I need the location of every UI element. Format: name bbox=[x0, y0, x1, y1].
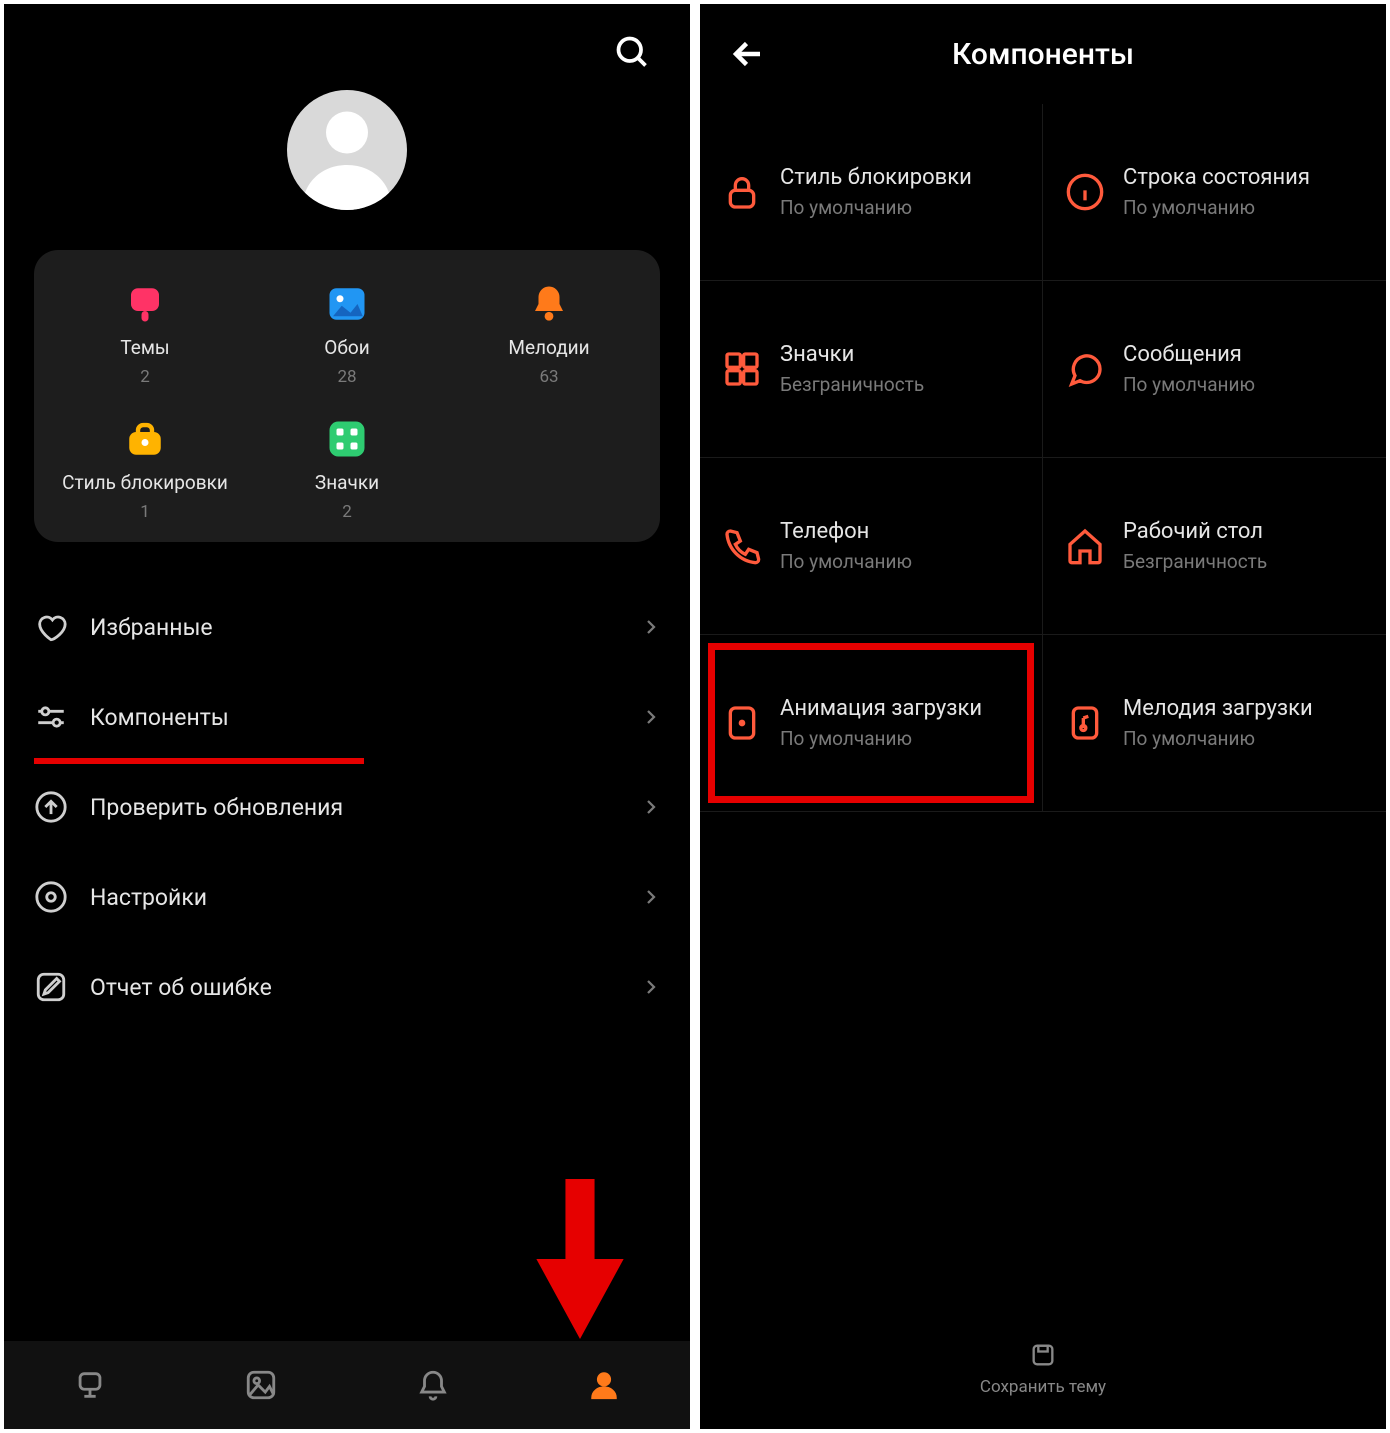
info-icon bbox=[1065, 172, 1105, 212]
menu-label: Настройки bbox=[90, 884, 620, 911]
target-icon bbox=[34, 880, 68, 914]
grid-count: 63 bbox=[539, 367, 558, 387]
menu-check-updates[interactable]: Проверить обновления bbox=[34, 762, 660, 852]
menu-components[interactable]: Компоненты bbox=[34, 672, 660, 762]
nav-wallpaper[interactable] bbox=[176, 1341, 348, 1429]
chevron-right-icon bbox=[642, 708, 660, 726]
grid-count: 2 bbox=[342, 502, 352, 522]
grid-lockstyle[interactable]: Стиль блокировки 1 bbox=[44, 415, 246, 522]
grid-icon bbox=[722, 349, 762, 389]
comp-title: Значки bbox=[780, 342, 924, 367]
comp-phone[interactable]: Телефон По умолчанию bbox=[700, 458, 1043, 635]
nav-themes[interactable] bbox=[4, 1341, 176, 1429]
heart-icon bbox=[34, 610, 68, 644]
menu-label: Избранные bbox=[90, 614, 620, 641]
menu-favorites[interactable]: Избранные bbox=[34, 582, 660, 672]
bottom-nav bbox=[4, 1341, 690, 1429]
chevron-right-icon bbox=[642, 978, 660, 996]
comp-title: Стиль блокировки bbox=[780, 165, 972, 190]
comp-sub: По умолчанию bbox=[780, 196, 972, 219]
comp-title: Сообщения bbox=[1123, 342, 1255, 367]
sliders-icon bbox=[34, 700, 68, 734]
avatar[interactable] bbox=[287, 90, 407, 210]
comp-boot-animation[interactable]: Анимация загрузки По умолчанию bbox=[700, 635, 1043, 812]
menu-label: Отчет об ошибке bbox=[90, 974, 620, 1001]
comp-status-bar[interactable]: Строка состояния По умолчанию bbox=[1043, 104, 1386, 281]
home-icon bbox=[1065, 526, 1105, 566]
nav-ringtone[interactable] bbox=[347, 1341, 519, 1429]
comp-sub: По умолчанию bbox=[1123, 727, 1313, 750]
comp-icons[interactable]: Значки Безграничность bbox=[700, 281, 1043, 458]
menu-settings[interactable]: Настройки bbox=[34, 852, 660, 942]
page-title: Компоненты bbox=[766, 37, 1320, 72]
themes-nav-icon bbox=[73, 1368, 107, 1402]
grid-label: Стиль блокировки bbox=[62, 471, 228, 494]
save-theme-button[interactable]: Сохранить тему bbox=[700, 1309, 1386, 1429]
grid-icons[interactable]: Значки 2 bbox=[246, 415, 448, 522]
arrow-up-circle-icon bbox=[34, 790, 68, 824]
themes-icon bbox=[121, 280, 169, 328]
chevron-right-icon bbox=[642, 618, 660, 636]
content-grid: Темы 2 Обои 28 Мелодии 63 bbox=[34, 250, 660, 542]
annotation-arrow bbox=[535, 1179, 625, 1339]
comp-title: Телефон bbox=[780, 519, 912, 544]
comp-sub: По умолчанию bbox=[780, 550, 912, 573]
edit-icon bbox=[34, 970, 68, 1004]
grid-label: Темы bbox=[120, 336, 169, 359]
grid-wallpaper[interactable]: Обои 28 bbox=[246, 280, 448, 387]
comp-sub: Безграничность bbox=[780, 373, 924, 396]
chevron-right-icon bbox=[642, 798, 660, 816]
bell-nav-icon bbox=[416, 1368, 450, 1402]
right-screenshot: Компоненты Стиль блокировки По умолчанию… bbox=[700, 4, 1386, 1429]
comp-boot-sound[interactable]: Мелодия загрузки По умолчанию bbox=[1043, 635, 1386, 812]
comp-title: Мелодия загрузки bbox=[1123, 696, 1313, 721]
search-icon[interactable] bbox=[614, 34, 650, 70]
comp-sub: По умолчанию bbox=[1123, 373, 1255, 396]
comp-desktop[interactable]: Рабочий стол Безграничность bbox=[1043, 458, 1386, 635]
left-topbar bbox=[4, 4, 690, 80]
chat-icon bbox=[1065, 349, 1105, 389]
comp-sub: Безграничность bbox=[1123, 550, 1267, 573]
comp-title: Рабочий стол bbox=[1123, 519, 1267, 544]
boot-sound-icon bbox=[1065, 703, 1105, 743]
comp-title: Строка состояния bbox=[1123, 165, 1310, 190]
right-header: Компоненты bbox=[700, 4, 1386, 104]
grid-count: 2 bbox=[140, 367, 150, 387]
menu-bug-report[interactable]: Отчет об ошибке bbox=[34, 942, 660, 1032]
comp-sub: По умолчанию bbox=[1123, 196, 1310, 219]
grid-count: 1 bbox=[140, 502, 150, 522]
grid-label: Значки bbox=[315, 471, 379, 494]
save-label: Сохранить тему bbox=[980, 1377, 1106, 1397]
grid-label: Мелодии bbox=[508, 336, 589, 359]
phone-icon bbox=[722, 526, 762, 566]
ringtone-icon bbox=[525, 280, 573, 328]
grid-ringtone[interactable]: Мелодии 63 bbox=[448, 280, 650, 387]
boot-anim-icon bbox=[722, 703, 762, 743]
back-icon[interactable] bbox=[730, 36, 766, 72]
menu-label: Компоненты bbox=[90, 704, 620, 731]
wallpaper-nav-icon bbox=[244, 1368, 278, 1402]
grid-count: 28 bbox=[337, 367, 356, 387]
grid-themes[interactable]: Темы 2 bbox=[44, 280, 246, 387]
wallpaper-icon bbox=[323, 280, 371, 328]
comp-lock-style[interactable]: Стиль блокировки По умолчанию bbox=[700, 104, 1043, 281]
lock-icon bbox=[722, 172, 762, 212]
comp-messages[interactable]: Сообщения По умолчанию bbox=[1043, 281, 1386, 458]
nav-profile[interactable] bbox=[519, 1341, 691, 1429]
comp-sub: По умолчанию bbox=[780, 727, 982, 750]
menu-list: Избранные Компоненты Проверить обновлени… bbox=[34, 582, 660, 1032]
comp-title: Анимация загрузки bbox=[780, 696, 982, 721]
grid-label: Обои bbox=[324, 336, 369, 359]
left-screenshot: Темы 2 Обои 28 Мелодии 63 bbox=[4, 4, 690, 1429]
lockstyle-icon bbox=[121, 415, 169, 463]
icons-icon bbox=[323, 415, 371, 463]
save-icon bbox=[1029, 1341, 1057, 1369]
chevron-right-icon bbox=[642, 888, 660, 906]
person-nav-icon bbox=[587, 1368, 621, 1402]
menu-label: Проверить обновления bbox=[90, 794, 620, 821]
components-grid: Стиль блокировки По умолчанию Строка сос… bbox=[700, 104, 1386, 812]
